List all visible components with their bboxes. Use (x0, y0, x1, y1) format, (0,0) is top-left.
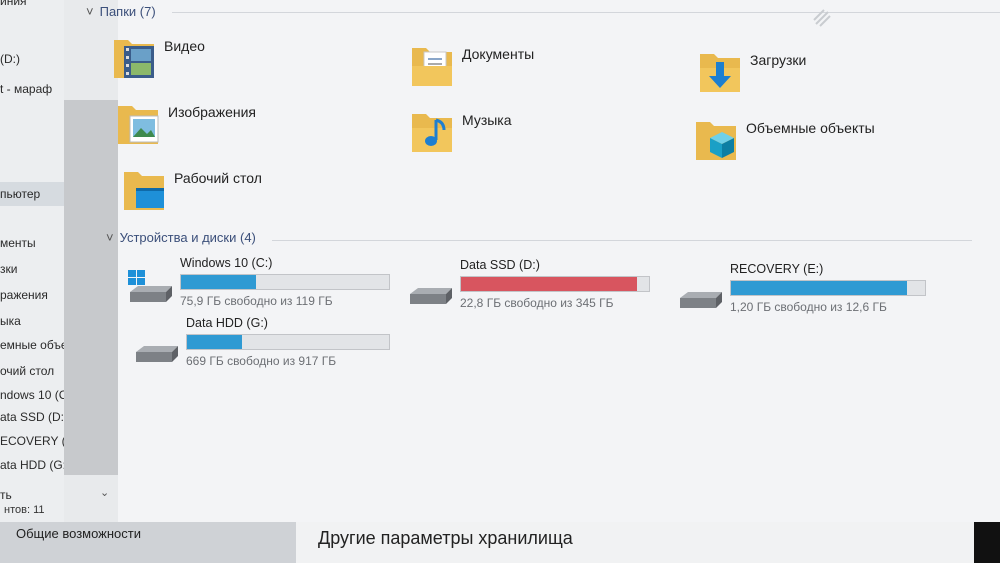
drive-usage-fill (181, 275, 256, 289)
drive-free-space: 75,9 ГБ свободно из 119 ГБ (180, 294, 333, 308)
screen-edge (974, 522, 1000, 563)
nav-item-downloads[interactable]: зки (0, 262, 17, 276)
drive-usage-fill (187, 335, 242, 349)
downloads-folder-icon (700, 54, 740, 92)
chevron-down-icon: ˅ (86, 4, 94, 19)
pictures-folder-icon (118, 106, 159, 144)
nav-item-this-pc[interactable]: пьютер (0, 182, 72, 206)
group-divider (172, 12, 1000, 13)
nav-item-desktop[interactable]: очий стол (0, 364, 54, 378)
accessibility-link[interactable]: Общие возможности (16, 526, 141, 541)
documents-folder-icon (412, 48, 452, 86)
drive-usage-fill (461, 277, 637, 291)
folder-label: Объемные объекты (746, 120, 875, 136)
folders-group-title: Папки (7) (99, 4, 156, 19)
drive-free-space: 669 ГБ свободно из 917 ГБ (186, 354, 337, 368)
drives-group-header[interactable]: ˅ Устройства и диски (4) (106, 230, 256, 245)
navigation-pane: иния (D:) t - мараф пьютер менты зки раж… (0, 0, 72, 522)
drive-name: Data SSD (D:) (460, 258, 540, 272)
video-folder-icon (114, 40, 154, 78)
storage-settings-panel: Другие параметры хранилища (296, 522, 974, 563)
drive-name: Data HDD (G:) (186, 316, 268, 330)
nav-item-drive-e[interactable]: ECOVERY (E:) (0, 434, 72, 448)
drive-usage-bar (186, 334, 390, 350)
nav-item-drive-g[interactable]: ata HDD (G:) (0, 458, 70, 472)
nav-item-documents[interactable]: менты (0, 236, 36, 250)
music-folder-icon (412, 114, 452, 152)
group-divider (272, 240, 972, 241)
drive-free-space: 22,8 ГБ свободно из 345 ГБ (460, 296, 614, 310)
nav-item-drive-d-ssd[interactable]: ata SSD (D:) (0, 410, 68, 424)
3d-objects-folder-icon (696, 122, 736, 160)
drive-name: Windows 10 (C:) (180, 256, 273, 270)
chevron-down-icon: ˅ (106, 230, 114, 245)
nav-item-marathon[interactable]: t - мараф (0, 82, 52, 96)
nav-item-pictures[interactable]: ражения (0, 288, 48, 302)
desktop-folder-icon (124, 172, 164, 210)
folder-label: Музыка (462, 112, 512, 128)
drive-usage-bar (730, 280, 926, 296)
nav-item-network[interactable]: ть (0, 488, 12, 502)
folder-label: Изображения (168, 104, 256, 120)
folder-label: Рабочий стол (174, 170, 262, 186)
settings-panel: Общие возможности Другие параметры храни… (0, 522, 1000, 563)
storage-settings-title: Другие параметры хранилища (318, 528, 573, 548)
nav-item-quick-access[interactable]: иния (0, 0, 27, 8)
folders-group-header[interactable]: ˅ Папки (7) (86, 4, 156, 19)
pin-icon (813, 9, 831, 27)
nav-item-music[interactable]: ыка (0, 314, 21, 328)
drive-usage-bar (460, 276, 650, 292)
file-explorer-window: иния (D:) t - мараф пьютер менты зки раж… (0, 0, 1000, 522)
windows-drive-icon (128, 270, 172, 302)
this-pc-content: ˅ Папки (7) Видео Документы Загрузки Изо… (82, 0, 1000, 522)
drive-usage-fill (731, 281, 907, 295)
hard-drive-icon (680, 292, 722, 308)
folder-label: Видео (164, 38, 205, 54)
drive-name: RECOVERY (E:) (730, 262, 824, 276)
status-bar-item-count: нтов: 11 (4, 504, 45, 516)
drive-free-space: 1,20 ГБ свободно из 12,6 ГБ (730, 300, 887, 314)
hard-drive-icon (410, 288, 452, 304)
hard-drive-icon (136, 346, 178, 362)
folder-label: Загрузки (750, 52, 807, 68)
drive-usage-bar (180, 274, 390, 290)
nav-item-drive-c[interactable]: ndows 10 (C:) (0, 388, 72, 402)
nav-item-3d-objects[interactable]: емные объект (0, 338, 72, 352)
drives-group-title: Устройства и диски (4) (119, 230, 256, 245)
nav-item-drive-d[interactable]: (D:) (0, 52, 20, 66)
folder-label: Документы (462, 46, 535, 62)
